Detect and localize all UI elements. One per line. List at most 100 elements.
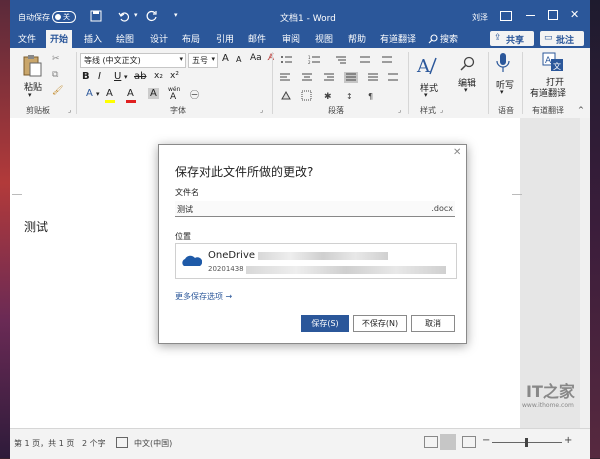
document-title: 文档1 - Word bbox=[280, 14, 336, 24]
separator bbox=[76, 52, 77, 114]
enclose-characters-icon[interactable]: ㊀ bbox=[190, 88, 199, 101]
translate-icon[interactable]: A 文 bbox=[542, 52, 564, 72]
tab-insert[interactable]: 插入 bbox=[84, 32, 102, 45]
onedrive-icon bbox=[182, 255, 202, 266]
search-label[interactable]: 搜索 bbox=[440, 32, 458, 45]
tab-draw[interactable]: 绘图 bbox=[116, 32, 134, 45]
paragraph-group-label: 段落 bbox=[328, 106, 344, 115]
tab-youdao[interactable]: 有道翻译 bbox=[380, 32, 416, 45]
alignment-buttons[interactable] bbox=[280, 72, 400, 84]
cancel-button[interactable]: 取消 bbox=[411, 315, 455, 332]
subscript-button[interactable]: x₂ bbox=[154, 71, 163, 81]
undo-dropdown-icon[interactable]: ▾ bbox=[134, 11, 138, 19]
tab-home[interactable]: 开始 bbox=[46, 30, 73, 48]
read-mode-icon[interactable] bbox=[424, 436, 438, 448]
collapse-ribbon-icon[interactable]: ^ bbox=[578, 106, 584, 114]
copy-icon[interactable]: ⧉ bbox=[52, 70, 58, 80]
save-button[interactable]: 保存(S) bbox=[301, 315, 349, 332]
paragraph-launcher-icon[interactable]: ⌟ bbox=[398, 106, 401, 114]
dictate-label[interactable]: 听写 bbox=[496, 78, 514, 91]
tab-help[interactable]: 帮助 bbox=[348, 32, 366, 45]
shrink-font-button[interactable]: A bbox=[236, 55, 241, 64]
bold-button[interactable]: B bbox=[82, 71, 90, 82]
user-name[interactable]: 刘泽 bbox=[472, 12, 488, 23]
superscript-button[interactable]: x² bbox=[170, 71, 179, 81]
share-button[interactable]: ⇪ 共享 bbox=[490, 31, 534, 46]
tab-mailings[interactable]: 邮件 bbox=[248, 32, 266, 45]
chevron-down-icon[interactable]: ▾ bbox=[96, 90, 100, 98]
close-icon[interactable]: ✕ bbox=[453, 147, 461, 158]
styles-label[interactable]: 样式 bbox=[420, 81, 438, 94]
search-icon[interactable] bbox=[428, 34, 438, 44]
underline-button[interactable]: U bbox=[114, 71, 121, 82]
proofing-icon[interactable] bbox=[116, 437, 128, 448]
font-size-select[interactable]: 五号 ▾ bbox=[188, 53, 218, 68]
paste-label[interactable]: 粘贴 bbox=[24, 80, 42, 93]
more-save-options-link[interactable]: 更多保存选项 → bbox=[175, 291, 232, 302]
svg-text:A: A bbox=[416, 56, 431, 77]
page-count[interactable]: 第 1 页，共 1 页 bbox=[14, 438, 74, 449]
change-case-icon[interactable]: Aa bbox=[250, 53, 262, 63]
tab-design[interactable]: 设计 bbox=[150, 32, 168, 45]
dont-save-button[interactable]: 不保存(N) bbox=[353, 315, 407, 332]
margin-mark bbox=[512, 194, 522, 195]
editing-search-icon[interactable] bbox=[460, 56, 476, 72]
strikethrough-button[interactable]: ab bbox=[134, 71, 146, 82]
tab-file[interactable]: 文件 bbox=[18, 32, 36, 45]
print-layout-icon[interactable] bbox=[440, 434, 456, 450]
chevron-down-icon[interactable]: ▾ bbox=[424, 91, 428, 99]
comments-label: 批注 bbox=[556, 36, 575, 46]
cut-icon[interactable]: ✂ bbox=[52, 54, 60, 64]
minimize-icon[interactable] bbox=[526, 15, 535, 16]
font-color-icon[interactable]: A bbox=[127, 88, 134, 99]
comments-button[interactable]: ▭ 批注 bbox=[540, 31, 584, 46]
open-translate-label-line2[interactable]: 有道翻译 bbox=[530, 86, 566, 99]
list-buttons[interactable]: 1 2 bbox=[280, 54, 400, 66]
grow-font-button[interactable]: A bbox=[222, 53, 229, 64]
maximize-icon[interactable] bbox=[548, 10, 558, 20]
customize-toolbar-icon[interactable]: ▾ bbox=[174, 11, 178, 19]
format-painter-icon[interactable]: 🖌 bbox=[52, 86, 63, 96]
filename-input[interactable]: 测试 .docx bbox=[175, 201, 455, 217]
dialog-title: 保存对此文件所做的更改? bbox=[175, 165, 314, 179]
save-icon[interactable] bbox=[90, 10, 102, 22]
character-shading-icon[interactable]: A bbox=[148, 88, 159, 99]
tab-review[interactable]: 审阅 bbox=[282, 32, 300, 45]
shading-border-buttons[interactable]: ✱ ↕ ¶ bbox=[280, 90, 390, 102]
chevron-down-icon[interactable]: ▾ bbox=[464, 86, 468, 94]
zoom-slider-thumb[interactable] bbox=[525, 438, 528, 447]
styles-icon[interactable]: A bbox=[416, 54, 438, 78]
ribbon-home: 粘贴 ▾ ✂ ⧉ 🖌 剪贴板 ⌟ 等线 (中文正文) ▾ 五号 ▾ A A Aa… bbox=[10, 48, 590, 119]
zoom-in-icon[interactable]: + bbox=[564, 435, 572, 446]
styles-launcher-icon[interactable]: ⌟ bbox=[440, 106, 443, 114]
location-name: OneDrive bbox=[208, 250, 256, 261]
paste-icon[interactable] bbox=[22, 54, 42, 78]
close-icon[interactable]: ✕ bbox=[570, 8, 579, 21]
language[interactable]: 中文(中国) bbox=[134, 438, 172, 449]
font-launcher-icon[interactable]: ⌟ bbox=[260, 106, 263, 114]
scrollbar[interactable] bbox=[580, 118, 590, 428]
toggle-state: 关 bbox=[63, 13, 70, 21]
undo-icon[interactable] bbox=[118, 10, 130, 22]
ribbon-display-icon[interactable] bbox=[500, 11, 512, 21]
clipboard-launcher-icon[interactable]: ⌟ bbox=[68, 106, 71, 114]
tab-references[interactable]: 引用 bbox=[216, 32, 234, 45]
microphone-icon[interactable] bbox=[496, 52, 510, 74]
word-count[interactable]: 2 个字 bbox=[82, 438, 106, 449]
text-effects-icon[interactable]: A bbox=[86, 88, 93, 99]
underline-dropdown-icon[interactable]: ▾ bbox=[124, 73, 128, 81]
autosave-toggle[interactable]: 关 bbox=[52, 11, 76, 23]
chevron-down-icon[interactable]: ▾ bbox=[500, 88, 504, 96]
font-name-select[interactable]: 等线 (中文正文) ▾ bbox=[80, 53, 186, 68]
italic-button[interactable]: I bbox=[98, 71, 101, 82]
paste-dropdown-icon[interactable]: ▾ bbox=[28, 91, 32, 99]
redo-icon[interactable] bbox=[146, 10, 158, 22]
separator bbox=[408, 52, 409, 114]
tab-view[interactable]: 视图 bbox=[315, 32, 333, 45]
separator bbox=[488, 52, 489, 114]
tab-layout[interactable]: 布局 bbox=[182, 32, 200, 45]
location-select[interactable]: OneDrive 20201438 bbox=[175, 243, 457, 279]
web-layout-icon[interactable] bbox=[462, 436, 476, 448]
highlight-icon[interactable]: A bbox=[106, 88, 113, 99]
zoom-out-icon[interactable]: − bbox=[482, 435, 490, 446]
